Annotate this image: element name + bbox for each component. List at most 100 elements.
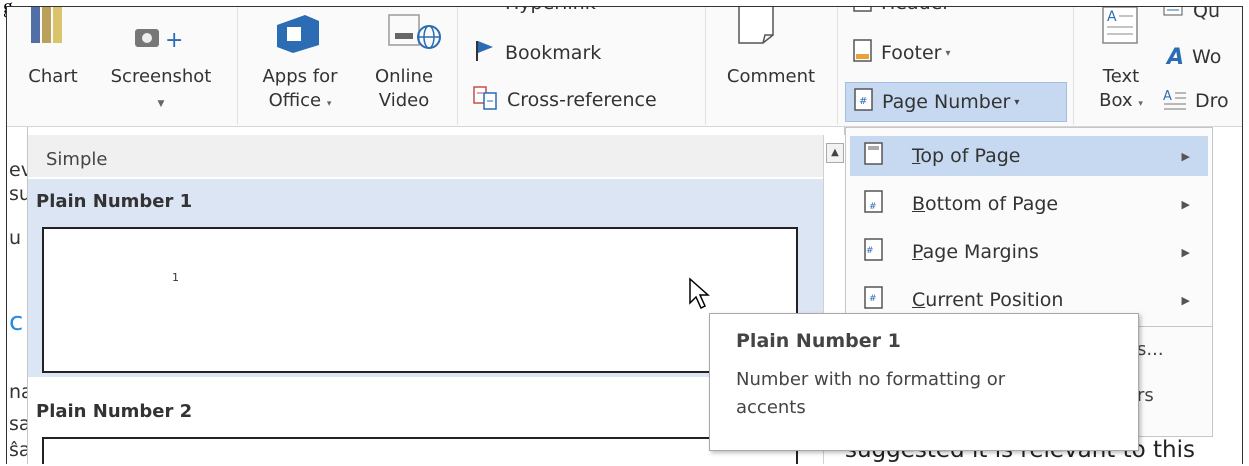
ribbon-separator bbox=[237, 7, 238, 125]
ribbon-separator bbox=[705, 7, 706, 125]
doc-fragment: na bbox=[9, 381, 29, 403]
gallery-item-title[interactable]: Plain Number 1 bbox=[28, 179, 823, 219]
gallery-section-header: Simple bbox=[28, 135, 823, 177]
textbox-label-line2: Box bbox=[1099, 90, 1133, 111]
header-icon bbox=[853, 7, 873, 15]
tooltip-description: Number with no formatting or accents bbox=[736, 369, 1006, 418]
svg-text:#: # bbox=[869, 294, 877, 304]
menu-item-page-margins[interactable]: # Page Margins ▶ bbox=[850, 232, 1208, 272]
menu-item-top-of-page[interactable]: Top of Page ▶ bbox=[850, 136, 1208, 176]
doc-fragment: ev bbox=[9, 159, 29, 181]
footer-icon bbox=[853, 38, 873, 68]
comment-icon bbox=[733, 7, 793, 55]
apps-for-office-icon bbox=[271, 11, 327, 57]
textbox-label-line1: Text bbox=[1102, 66, 1140, 87]
comment-button[interactable]: Comment bbox=[711, 65, 831, 89]
menu-item-bottom-of-page[interactable]: # Bottom of Page ▶ bbox=[850, 184, 1208, 224]
quick-parts-icon bbox=[1163, 7, 1185, 23]
bookmark-button[interactable]: Bookmark bbox=[473, 37, 601, 69]
screenshot-label: Screenshot bbox=[110, 66, 212, 87]
cross-reference-icon bbox=[473, 85, 499, 116]
online-video-icon bbox=[387, 7, 443, 57]
insert-ribbon: Chart + Screenshot ▼ Apps for Office ▾ O… bbox=[7, 6, 1242, 127]
preview-page-number: 1 bbox=[172, 271, 179, 284]
bookmark-icon bbox=[473, 39, 497, 68]
wordart-label: Wo bbox=[1192, 46, 1222, 68]
current-position-icon: # bbox=[864, 285, 890, 315]
textbox-dropdown-icon: ▾ bbox=[1138, 99, 1143, 109]
comment-label: Comment bbox=[726, 66, 816, 87]
drop-cap-label: Dro bbox=[1195, 90, 1229, 112]
menu-item-label: Top of Page bbox=[912, 145, 1021, 167]
doc-fragment: c bbox=[9, 307, 24, 337]
online-label-line1: Online bbox=[374, 66, 434, 87]
document-left-edge: ev su u c na sa ŝa bbox=[7, 127, 29, 464]
word-frame: Chart + Screenshot ▼ Apps for Office ▾ O… bbox=[6, 6, 1243, 464]
document-right-edge bbox=[1213, 127, 1242, 464]
doc-fragment: sa bbox=[9, 413, 29, 435]
svg-text:A: A bbox=[1163, 89, 1172, 104]
submenu-arrow-icon: ▶ bbox=[1181, 245, 1190, 259]
apps-dropdown-icon: ▾ bbox=[326, 99, 332, 109]
scroll-up-arrow-icon[interactable]: ▲ bbox=[826, 143, 844, 163]
ribbon-separator bbox=[1073, 7, 1074, 125]
hyperlink-label: Hyperlink bbox=[505, 7, 596, 14]
gallery-tooltip: Plain Number 1 Number with no formatting… bbox=[709, 313, 1139, 451]
doc-fragment: ŝa bbox=[9, 439, 29, 461]
page-number-dropdown-icon: ▾ bbox=[1014, 96, 1020, 108]
screenshot-icon: + bbox=[133, 23, 183, 55]
mouse-pointer-icon bbox=[688, 277, 714, 315]
svg-text:#: # bbox=[866, 246, 874, 256]
menu-item-label: Current Position bbox=[912, 289, 1064, 311]
page-number-menu: Top of Page ▶ # Bottom of Page ▶ # Page … bbox=[845, 127, 1213, 327]
chart-icon bbox=[27, 7, 67, 49]
ribbon-separator bbox=[837, 7, 838, 125]
hyperlink-icon bbox=[471, 7, 497, 14]
online-video-button[interactable]: Online Video bbox=[359, 65, 449, 113]
online-label-line2: Video bbox=[378, 90, 430, 111]
submenu-arrow-icon: ▶ bbox=[1181, 149, 1190, 163]
hyperlink-button[interactable]: Hyperlink bbox=[471, 7, 596, 15]
remove-page-numbers-partial[interactable]: rs bbox=[1137, 385, 1154, 406]
svg-text:+: + bbox=[165, 28, 183, 51]
text-box-button[interactable]: Text Box ▾ bbox=[1083, 65, 1159, 116]
plain-number-2-preview[interactable] bbox=[42, 437, 798, 464]
doc-fragment: u bbox=[9, 227, 22, 249]
chart-button[interactable]: Chart bbox=[23, 65, 83, 89]
screenshot-dropdown-icon: ▼ bbox=[157, 99, 165, 109]
apps-for-office-button[interactable]: Apps for Office ▾ bbox=[245, 65, 355, 116]
page-top-icon bbox=[864, 141, 890, 171]
screenshot-button[interactable]: Screenshot ▼ bbox=[91, 65, 231, 116]
cross-reference-button[interactable]: Cross-reference bbox=[473, 84, 657, 116]
bookmark-label: Bookmark bbox=[505, 42, 602, 64]
menu-item-label: Bottom of Page bbox=[912, 193, 1059, 215]
format-page-numbers-partial[interactable]: s... bbox=[1137, 339, 1164, 360]
svg-text:#: # bbox=[869, 202, 877, 212]
wordart-icon: A bbox=[1167, 44, 1185, 70]
wordart-button[interactable]: A Wo bbox=[1167, 41, 1221, 73]
ribbon-separator bbox=[457, 7, 458, 125]
plain-number-1-preview[interactable]: 1 bbox=[42, 227, 798, 373]
cross-reference-label: Cross-reference bbox=[507, 89, 657, 111]
page-number-label: Page Number bbox=[882, 91, 1011, 113]
header-button[interactable]: Header bbox=[853, 7, 950, 15]
apps-label-line2: Office bbox=[268, 90, 322, 111]
quick-parts-label: Qu bbox=[1193, 6, 1220, 22]
drop-cap-button[interactable]: A Dro bbox=[1163, 85, 1229, 117]
page-margins-icon: # bbox=[864, 237, 890, 267]
footer-dropdown-icon: ▾ bbox=[945, 47, 951, 59]
svg-text:A: A bbox=[1107, 9, 1117, 25]
submenu-arrow-icon: ▶ bbox=[1181, 197, 1190, 211]
submenu-arrow-icon: ▶ bbox=[1181, 293, 1190, 307]
quick-parts-button[interactable]: Qu bbox=[1163, 6, 1220, 23]
tooltip-title: Plain Number 1 bbox=[736, 330, 901, 352]
footer-button[interactable]: Footer ▾ bbox=[853, 37, 950, 69]
svg-text:#: # bbox=[859, 96, 867, 107]
gallery-item-title[interactable]: Plain Number 2 bbox=[28, 389, 823, 429]
page-number-button[interactable]: # Page Number ▾ bbox=[845, 82, 1067, 122]
text-box-icon: A bbox=[1101, 7, 1141, 51]
apps-label-line1: Apps for bbox=[262, 66, 338, 87]
page-number-icon: # bbox=[854, 87, 874, 117]
menu-item-label: Page Margins bbox=[912, 241, 1039, 263]
page-bottom-icon: # bbox=[864, 189, 890, 219]
